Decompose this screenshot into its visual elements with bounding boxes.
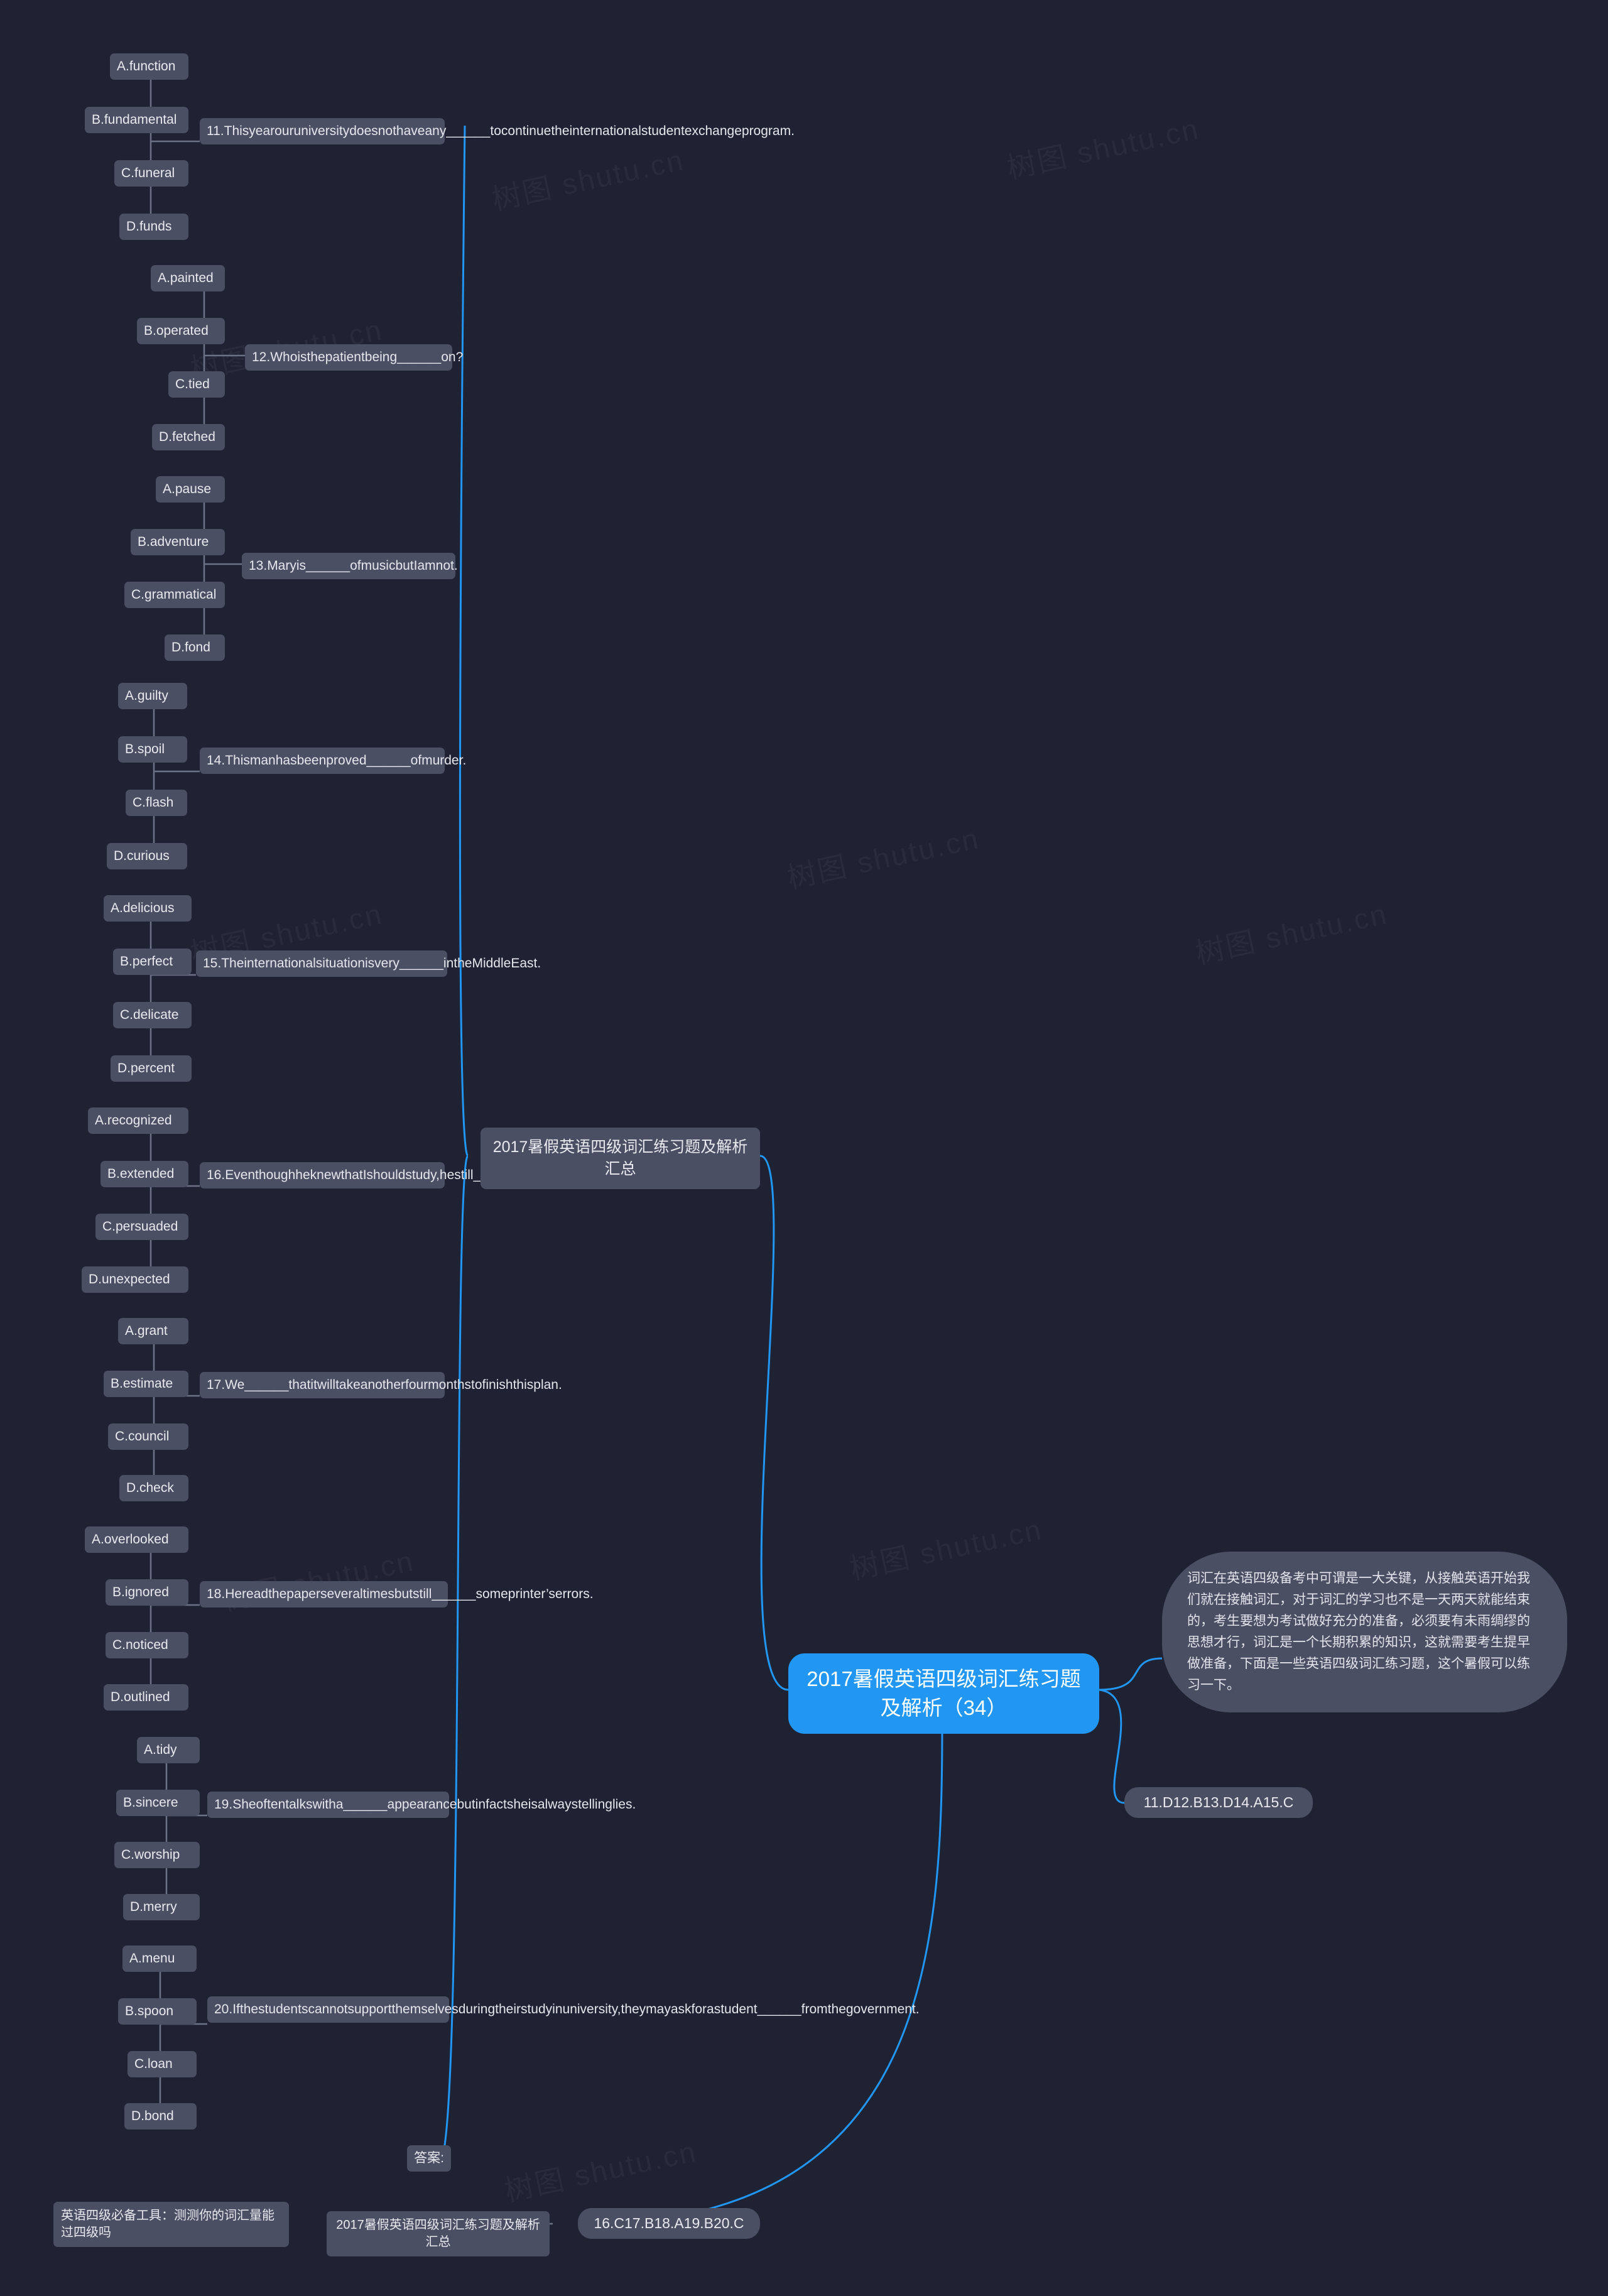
footer-link-node[interactable]: 英语四级必备工具：测测你的词汇量能过四级吗	[53, 2202, 289, 2247]
option-node[interactable]: A.pause	[156, 476, 225, 503]
option-node[interactable]: B.spoon	[118, 1998, 197, 2025]
option-node[interactable]: B.perfect	[113, 949, 192, 976]
question-node[interactable]: 18.Hereadthepaperseveraltimesbutstill___…	[200, 1581, 594, 1608]
option-node[interactable]: C.tied	[168, 371, 225, 398]
option-node[interactable]: B.extended	[100, 1161, 188, 1188]
answer-label-node[interactable]: 答案:	[407, 2145, 451, 2172]
watermark: 树图 shutu.cn	[846, 1506, 1046, 1587]
option-node[interactable]: A.function	[110, 53, 188, 80]
option-node[interactable]: D.curious	[107, 843, 187, 870]
option-node[interactable]: C.grammatical	[124, 582, 225, 609]
option-node[interactable]: B.fundamental	[85, 107, 188, 134]
option-node[interactable]: D.merry	[123, 1894, 200, 1921]
option-node[interactable]: B.adventure	[131, 529, 225, 556]
option-node[interactable]: B.ignored	[106, 1579, 188, 1606]
question-node[interactable]: 16.EventhoughheknewthatIshouldstudy,hest…	[200, 1162, 636, 1189]
watermark: 树图 shutu.cn	[783, 815, 984, 896]
central-topic[interactable]: 2017暑假英语四级词汇练习题及解析（34）	[788, 1653, 1099, 1734]
option-node[interactable]: C.worship	[114, 1842, 200, 1869]
question-node[interactable]: 11.Thisyearouruniversitydoesnothaveany__…	[200, 118, 795, 145]
description-bubble: 词汇在英语四级备考中可谓是一大关键，从接触英语开始我们就在接触词汇，对于词汇的学…	[1162, 1552, 1567, 1713]
option-node[interactable]: D.fond	[165, 634, 225, 661]
option-node[interactable]: C.funeral	[114, 160, 188, 187]
option-node[interactable]: B.sincere	[116, 1790, 200, 1817]
question-node[interactable]: 20.Ifthestudentscannotsupportthemselvesd…	[207, 1996, 920, 2023]
option-node[interactable]: A.overlooked	[85, 1526, 188, 1553]
option-node[interactable]: C.noticed	[106, 1632, 188, 1659]
watermark: 树图 shutu.cn	[1192, 891, 1392, 972]
answer-pill[interactable]: 16.C17.B18.A19.B20.C	[578, 2208, 760, 2239]
option-node[interactable]: B.estimate	[104, 1371, 188, 1398]
question-node[interactable]: 14.Thismanhasbeenproved______ofmurder.	[200, 748, 466, 775]
question-node[interactable]: 19.Sheoftentalkswitha______appearancebut…	[207, 1792, 636, 1819]
option-node[interactable]: C.flash	[126, 790, 187, 817]
option-node[interactable]: D.unexpected	[82, 1266, 188, 1293]
option-node[interactable]: C.council	[108, 1423, 188, 1450]
option-node[interactable]: A.delicious	[104, 895, 192, 922]
question-node[interactable]: 12.Whoisthepatientbeing______on?	[245, 344, 463, 371]
option-node[interactable]: A.painted	[151, 265, 225, 292]
option-node[interactable]: D.fetched	[152, 424, 225, 451]
watermark: 树图 shutu.cn	[488, 137, 688, 218]
option-node[interactable]: D.outlined	[104, 1684, 188, 1711]
option-node[interactable]: D.bond	[124, 2103, 197, 2130]
option-node[interactable]: C.persuaded	[95, 1214, 188, 1241]
option-node[interactable]: D.funds	[119, 214, 188, 241]
footer-link-node[interactable]: 2017暑假英语四级词汇练习题及解析汇总	[327, 2211, 550, 2256]
option-node[interactable]: C.loan	[128, 2051, 197, 2078]
option-node[interactable]: D.check	[119, 1475, 188, 1502]
question-node[interactable]: 17.We______thatitwilltakeanotherfourmont…	[200, 1372, 562, 1399]
watermark: 树图 shutu.cn	[501, 2128, 701, 2209]
question-node[interactable]: 13.Maryis______ofmusicbutIamnot.	[242, 553, 458, 580]
option-node[interactable]: B.operated	[137, 318, 225, 345]
option-node[interactable]: A.menu	[122, 1945, 197, 1972]
option-node[interactable]: B.spoil	[118, 736, 187, 763]
option-node[interactable]: A.tidy	[137, 1737, 200, 1764]
option-node[interactable]: A.recognized	[88, 1107, 188, 1134]
watermark: 树图 shutu.cn	[1003, 106, 1203, 187]
option-node[interactable]: D.percent	[111, 1055, 192, 1082]
branch-title-node[interactable]: 2017暑假英语四级词汇练习题及解析汇总	[481, 1128, 760, 1189]
option-node[interactable]: A.grant	[118, 1318, 188, 1345]
answer-pill[interactable]: 11.D12.B13.D14.A15.C	[1124, 1787, 1313, 1818]
question-node[interactable]: 15.Theinternationalsituationisvery______…	[196, 950, 541, 977]
mindmap-canvas: 树图 shutu.cn 树图 shutu.cn 树图 shutu.cn 树图 s…	[0, 0, 1608, 2296]
option-node[interactable]: A.guilty	[118, 683, 187, 710]
option-node[interactable]: C.delicate	[113, 1002, 192, 1029]
connector-lines	[149, 62, 1163, 2225]
